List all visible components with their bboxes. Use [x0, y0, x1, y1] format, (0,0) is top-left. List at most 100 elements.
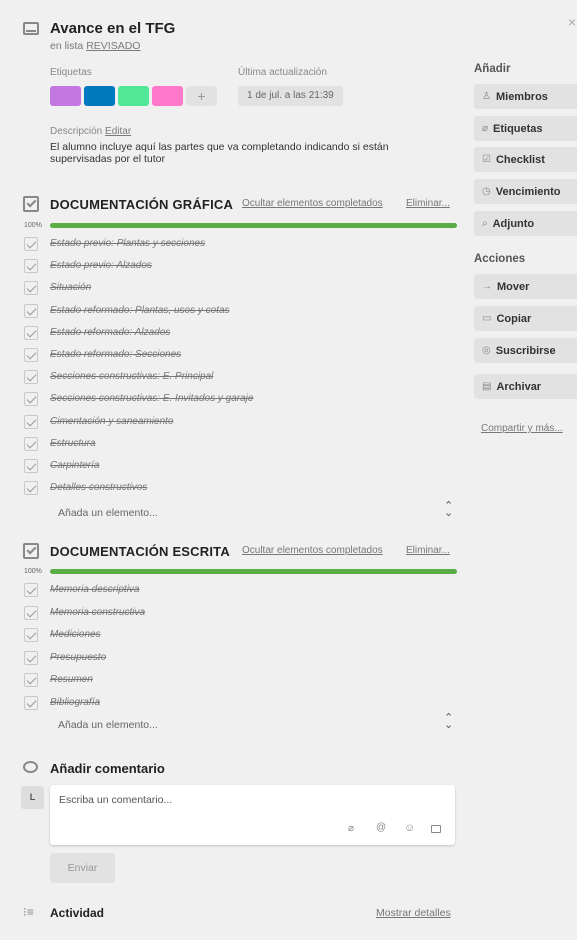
- share-link[interactable]: Compartir y más...: [481, 423, 563, 434]
- checklist-item[interactable]: Estado reformado: Secciones: [50, 349, 181, 360]
- mention-icon[interactable]: @: [376, 822, 386, 833]
- item-checkbox[interactable]: [24, 303, 38, 318]
- item-checkbox[interactable]: [24, 281, 38, 296]
- description-heading: Descripción: [50, 126, 103, 137]
- labels-heading: Etiquetas: [50, 67, 92, 78]
- checklist-item[interactable]: Estado previo: Plantas y secciones: [50, 238, 205, 249]
- button-label: Miembros: [495, 90, 548, 103]
- archivar-button[interactable]: ▤ Archivar: [474, 374, 577, 399]
- actions-section-heading: Acciones: [474, 253, 526, 265]
- avatar[interactable]: L: [21, 786, 44, 809]
- archive-icon: ▤: [482, 381, 492, 392]
- attachment-icon[interactable]: ⌀: [348, 823, 354, 834]
- checklist-progress-bar: [50, 569, 457, 574]
- checklist-progress-bar: [50, 223, 457, 228]
- clock-icon: ◷: [482, 186, 491, 197]
- hide-completed-link[interactable]: Ocultar elementos completados: [242, 198, 383, 209]
- checklist-item[interactable]: Estado reformado: Plantas, usos y cotas: [50, 305, 230, 316]
- list-link[interactable]: REVISADO: [86, 40, 140, 52]
- delete-checklist-link[interactable]: Eliminar...: [406, 545, 450, 556]
- item-checkbox[interactable]: [24, 414, 38, 429]
- item-checkbox[interactable]: [24, 325, 38, 340]
- button-label: Vencimiento: [495, 185, 561, 198]
- add-item-input[interactable]: Añada un elemento...: [58, 507, 158, 519]
- checklist-button[interactable]: ☑ Checklist: [474, 147, 577, 172]
- suscribirse-button[interactable]: ◎ Suscribirse: [474, 338, 577, 363]
- button-label: Suscribirse: [495, 344, 556, 357]
- item-checkbox[interactable]: [24, 673, 38, 687]
- checklist-item[interactable]: Estado previo: Alzados: [50, 260, 152, 271]
- checklist-item[interactable]: Memoria descriptiva: [50, 584, 139, 595]
- adjunto-button[interactable]: ⌕ Adjunto: [474, 211, 577, 236]
- checklist-item[interactable]: Cimentación y saneamiento: [50, 416, 173, 427]
- label-blue[interactable]: [84, 86, 115, 106]
- checklist-item[interactable]: Carpintería: [50, 460, 99, 471]
- item-checkbox[interactable]: [24, 436, 38, 451]
- card-title[interactable]: Avance en el TFG: [50, 20, 175, 37]
- checklist-icon: [23, 543, 39, 559]
- hide-completed-link[interactable]: Ocultar elementos completados: [242, 545, 383, 556]
- item-checkbox[interactable]: [24, 348, 38, 362]
- item-checkbox[interactable]: [24, 370, 38, 385]
- checklist-item[interactable]: Mediciones: [50, 629, 101, 640]
- checklist-item[interactable]: Estructura: [50, 438, 96, 449]
- label-purple[interactable]: [50, 86, 81, 106]
- comment-box[interactable]: Escriba un comentario... ⌀ @ ☺: [50, 785, 455, 845]
- send-button[interactable]: Enviar: [50, 853, 115, 883]
- checklist-item[interactable]: Secciones constructivas: E. Principal: [50, 371, 213, 382]
- checklist-title[interactable]: DOCUMENTACIÓN ESCRITA: [50, 544, 230, 559]
- item-checkbox[interactable]: [24, 695, 38, 710]
- comment-input[interactable]: Escriba un comentario...: [59, 794, 172, 806]
- item-checkbox[interactable]: [24, 237, 38, 251]
- mover-button[interactable]: → Mover: [474, 274, 577, 299]
- item-checkbox[interactable]: [24, 583, 38, 597]
- sort-chevron-icon[interactable]: ⌃ ⌄: [444, 713, 453, 731]
- show-details-link[interactable]: Mostrar detalles: [376, 907, 451, 919]
- item-checkbox[interactable]: [24, 481, 38, 496]
- card-link-icon[interactable]: [431, 825, 441, 833]
- item-checkbox[interactable]: [24, 259, 38, 274]
- close-icon[interactable]: ×: [568, 14, 576, 30]
- checklist-item[interactable]: Secciones constructivas: E. Invitados y …: [50, 393, 253, 404]
- add-item-input[interactable]: Añada un elemento...: [58, 719, 158, 731]
- checklist-item[interactable]: Presupuesto: [50, 652, 106, 663]
- item-checkbox[interactable]: [24, 459, 38, 473]
- button-label: Archivar: [496, 380, 542, 393]
- tag-icon: ⌀: [482, 123, 489, 134]
- vencimiento-button[interactable]: ◷ Vencimiento: [474, 179, 577, 204]
- checklist-item[interactable]: Bibliografía: [50, 697, 100, 708]
- label-green[interactable]: [118, 86, 149, 106]
- miembros-button[interactable]: ♙ Miembros: [474, 84, 577, 109]
- description-text: El alumno incluye aquí las partes que va…: [50, 141, 389, 165]
- sort-chevron-icon[interactable]: ⌃ ⌄: [444, 501, 453, 519]
- label-list: +: [50, 86, 217, 106]
- delete-checklist-link[interactable]: Eliminar...: [406, 198, 450, 209]
- list-info: en lista REVISADO: [50, 40, 140, 52]
- item-checkbox[interactable]: [24, 650, 38, 665]
- checklist-item[interactable]: Resumen: [50, 674, 93, 685]
- description-header: Descripción Editar: [50, 126, 131, 137]
- checklist-item[interactable]: Memoria constructiva: [50, 607, 145, 618]
- updated-value: 1 de jul. a las 21:39: [238, 86, 343, 106]
- item-checkbox[interactable]: [24, 605, 38, 620]
- activity-icon: ⁝≡: [23, 905, 34, 919]
- checklist-title[interactable]: DOCUMENTACIÓN GRÁFICA: [50, 197, 233, 212]
- label-pink[interactable]: [152, 86, 183, 106]
- add-section-heading: Añadir: [474, 63, 511, 75]
- edit-description-link[interactable]: Editar: [105, 126, 131, 137]
- checklist-item[interactable]: Estado reformado: Alzados: [50, 327, 170, 338]
- person-icon: ♙: [482, 91, 491, 102]
- checklist-item[interactable]: Detalles constructivos: [50, 482, 147, 493]
- item-checkbox[interactable]: [24, 392, 38, 407]
- progress-fill: [50, 569, 457, 574]
- etiquetas-button[interactable]: ⌀ Etiquetas: [474, 116, 577, 141]
- card-icon: ▭: [482, 313, 492, 324]
- checklist-icon: ☑: [482, 154, 491, 165]
- add-label-button[interactable]: +: [186, 86, 217, 106]
- checklist-item[interactable]: Situación: [50, 282, 91, 293]
- emoji-icon[interactable]: ☺: [404, 822, 415, 834]
- copiar-button[interactable]: ▭ Copiar: [474, 306, 577, 331]
- item-checkbox[interactable]: [24, 628, 38, 642]
- comment-icon: [23, 761, 38, 773]
- card-icon: [23, 22, 39, 35]
